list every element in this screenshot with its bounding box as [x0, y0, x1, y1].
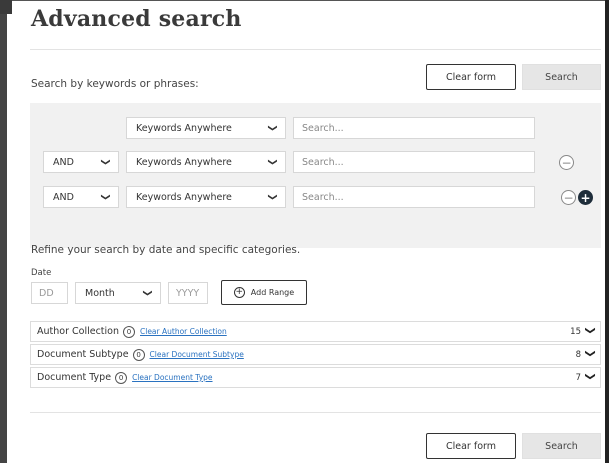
field-select-3[interactable]: Keywords Anywhere ❯: [126, 186, 286, 208]
divider: [30, 412, 601, 413]
category-row-document-subtype[interactable]: Document Subtype 0 Clear Document Subtyp…: [30, 344, 601, 365]
add-range-button[interactable]: + Add Range: [221, 280, 307, 305]
field-select-3-value: Keywords Anywhere: [136, 191, 232, 203]
window-edge: [605, 0, 609, 463]
field-select-2-value: Keywords Anywhere: [136, 156, 232, 168]
chevron-down-icon: ❯: [267, 124, 278, 132]
minus-circle-icon[interactable]: −: [559, 155, 574, 170]
clear-category-link[interactable]: Clear Document Type: [132, 373, 212, 382]
add-range-label: Add Range: [250, 288, 295, 297]
keywords-heading: Search by keywords or phrases:: [31, 78, 199, 90]
day-input[interactable]: DD: [31, 282, 68, 304]
clear-form-button-bottom[interactable]: Clear form: [426, 433, 516, 459]
category-name: Document Subtype: [37, 349, 129, 360]
chevron-down-icon: ❯: [100, 193, 111, 201]
month-select[interactable]: Month ❯: [75, 282, 161, 304]
chevron-down-icon: ❯: [267, 193, 278, 201]
month-select-value: Month: [85, 287, 115, 299]
chevron-down-icon[interactable]: ❯: [584, 349, 595, 357]
operator-select-3-value: AND: [53, 191, 74, 203]
category-name: Author Collection: [37, 326, 119, 337]
clear-category-link[interactable]: Clear Author Collection: [140, 327, 227, 336]
window-corner: [0, 0, 12, 14]
category-badge: 0: [115, 371, 128, 384]
clear-form-button-top[interactable]: Clear form: [426, 64, 516, 90]
search-button-top[interactable]: Search: [522, 64, 601, 90]
year-input[interactable]: YYYY: [168, 282, 208, 304]
chevron-down-icon[interactable]: ❯: [584, 372, 595, 380]
category-badge: 0: [123, 325, 135, 338]
category-count: 8: [575, 349, 581, 360]
plus-circle-icon: +: [233, 287, 245, 298]
clear-category-link[interactable]: Clear Document Subtype: [150, 350, 244, 359]
field-select-1[interactable]: Keywords Anywhere ❯: [126, 117, 286, 139]
field-select-1-value: Keywords Anywhere: [136, 122, 232, 134]
category-name: Document Type: [37, 372, 112, 383]
category-badge: 0: [132, 348, 145, 361]
plus-circle-icon[interactable]: +: [578, 190, 593, 205]
page-title: Advanced search: [31, 6, 242, 32]
operator-select-2[interactable]: AND ❯: [43, 151, 119, 173]
category-row-author-collection[interactable]: Author Collection 0 Clear Author Collect…: [30, 321, 601, 342]
chevron-down-icon: ❯: [100, 158, 111, 166]
search-button-bottom[interactable]: Search: [522, 433, 601, 459]
operator-select-2-value: AND: [53, 156, 74, 168]
minus-circle-icon[interactable]: −: [561, 190, 576, 205]
operator-select-3[interactable]: AND ❯: [43, 186, 119, 208]
chevron-down-icon: ❯: [142, 289, 153, 297]
refine-heading: Refine your search by date and specific …: [31, 244, 301, 256]
search-input-3[interactable]: Search...: [293, 186, 535, 208]
field-select-2[interactable]: Keywords Anywhere ❯: [126, 151, 286, 173]
date-label: Date: [31, 268, 52, 278]
search-input-1[interactable]: Search...: [293, 117, 535, 139]
chevron-down-icon[interactable]: ❯: [584, 326, 595, 334]
search-input-2[interactable]: Search...: [293, 151, 535, 173]
category-count: 7: [575, 372, 581, 383]
category-row-document-type[interactable]: Document Type 0 Clear Document Type 7 ❯: [30, 367, 601, 388]
divider: [30, 49, 601, 50]
category-count: 15: [570, 326, 581, 337]
chevron-down-icon: ❯: [267, 158, 278, 166]
